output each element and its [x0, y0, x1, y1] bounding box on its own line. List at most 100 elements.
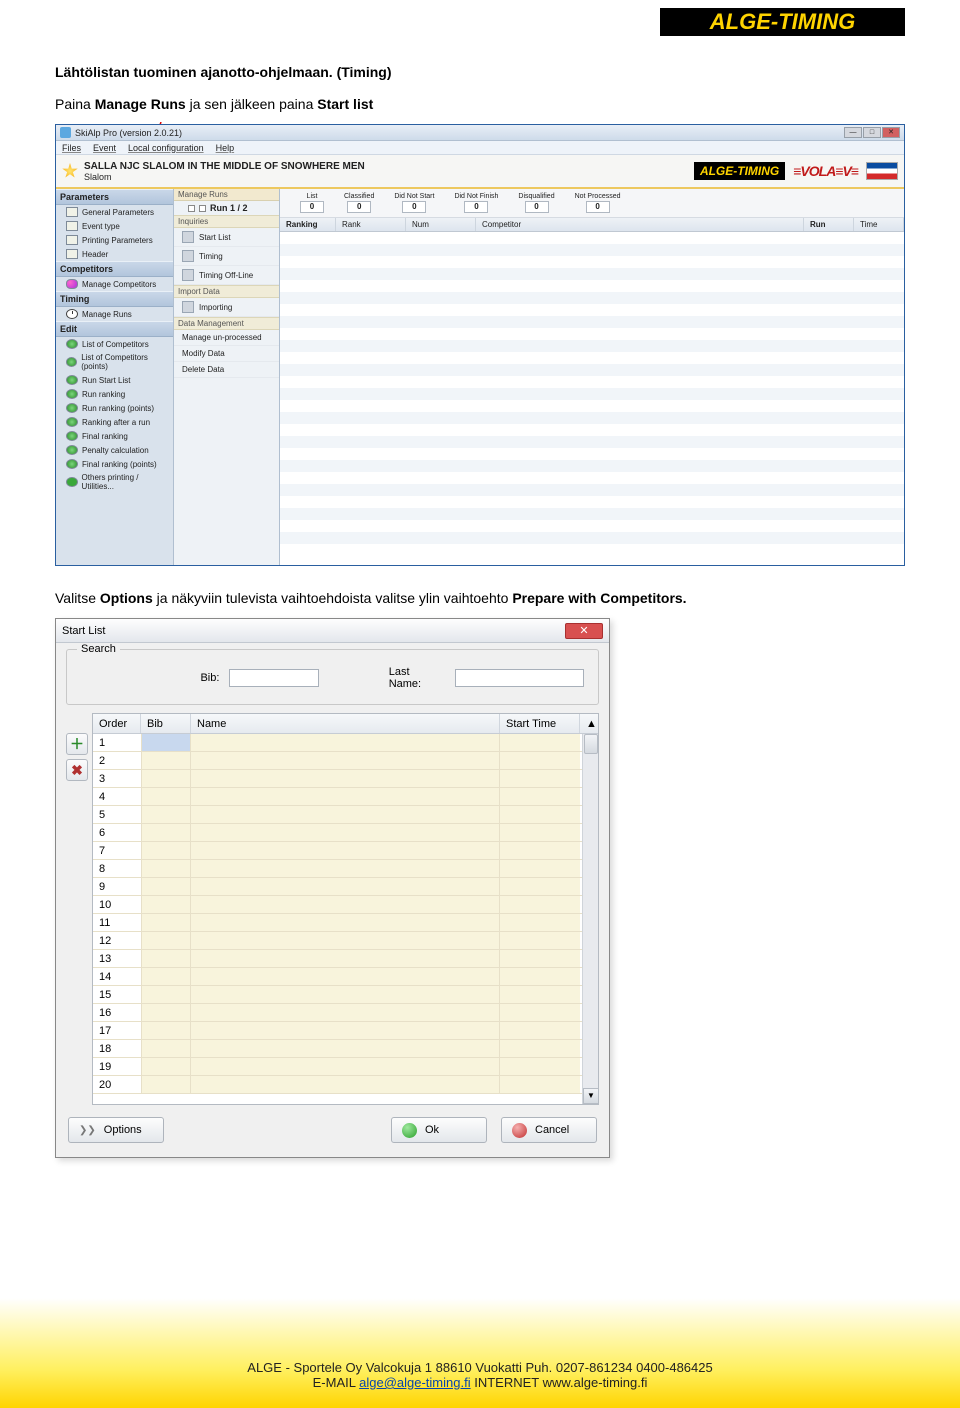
- cell-starttime[interactable]: [500, 842, 580, 859]
- table-row[interactable]: 3: [93, 770, 598, 788]
- col-time[interactable]: Time: [854, 218, 904, 231]
- cell-name[interactable]: [191, 968, 500, 985]
- cell-name[interactable]: [191, 824, 500, 841]
- cell-starttime[interactable]: [500, 806, 580, 823]
- sb-list-competitors-points[interactable]: List of Competitors (points): [56, 351, 173, 373]
- sb-header-item[interactable]: Header: [56, 247, 173, 261]
- table-row[interactable]: 5: [93, 806, 598, 824]
- scrollbar[interactable]: ▼: [582, 734, 598, 1104]
- table-row[interactable]: 7: [93, 842, 598, 860]
- btn-start-list[interactable]: Start List: [174, 228, 279, 247]
- sb-timing[interactable]: Timing: [56, 291, 173, 307]
- close-button[interactable]: ✕: [882, 127, 900, 138]
- cell-bib[interactable]: [141, 842, 191, 859]
- sb-general-parameters[interactable]: General Parameters: [56, 205, 173, 219]
- sb-final-ranking-points[interactable]: Final ranking (points): [56, 457, 173, 471]
- cell-starttime[interactable]: [500, 734, 580, 751]
- cell-bib[interactable]: [141, 1040, 191, 1057]
- cell-bib[interactable]: [141, 752, 191, 769]
- cell-name[interactable]: [191, 770, 500, 787]
- scrollbar-thumb[interactable]: [584, 734, 598, 754]
- sb-printing-parameters[interactable]: Printing Parameters: [56, 233, 173, 247]
- cell-bib[interactable]: [141, 932, 191, 949]
- cell-starttime[interactable]: [500, 860, 580, 877]
- cell-bib[interactable]: [141, 1058, 191, 1075]
- cell-bib[interactable]: [141, 914, 191, 931]
- cell-name[interactable]: [191, 860, 500, 877]
- sb-run-ranking[interactable]: Run ranking: [56, 387, 173, 401]
- run-selector[interactable]: Run 1 / 2: [174, 201, 279, 215]
- cell-bib[interactable]: [141, 824, 191, 841]
- table-row[interactable]: 4: [93, 788, 598, 806]
- cell-starttime[interactable]: [500, 1022, 580, 1039]
- col-competitor[interactable]: Competitor: [476, 218, 804, 231]
- cell-starttime[interactable]: [500, 770, 580, 787]
- table-row[interactable]: 19: [93, 1058, 598, 1076]
- col-ranking[interactable]: Ranking: [280, 218, 336, 231]
- cell-name[interactable]: [191, 896, 500, 913]
- cell-bib[interactable]: [141, 878, 191, 895]
- cell-starttime[interactable]: [500, 986, 580, 1003]
- cell-bib[interactable]: [141, 896, 191, 913]
- btn-manage-unprocessed[interactable]: Manage un-processed: [174, 330, 279, 346]
- col-run[interactable]: Run: [804, 218, 854, 231]
- sb-parameters[interactable]: Parameters: [56, 189, 173, 205]
- cell-starttime[interactable]: [500, 950, 580, 967]
- cell-bib[interactable]: [141, 986, 191, 1003]
- table-row[interactable]: 15: [93, 986, 598, 1004]
- cell-bib[interactable]: [141, 950, 191, 967]
- cell-bib[interactable]: [141, 770, 191, 787]
- col-rank[interactable]: Rank: [336, 218, 406, 231]
- table-row[interactable]: 2: [93, 752, 598, 770]
- minimize-button[interactable]: —: [844, 127, 862, 138]
- sb-run-ranking-points[interactable]: Run ranking (points): [56, 401, 173, 415]
- col-bib[interactable]: Bib: [141, 714, 191, 733]
- dialog-close-button[interactable]: ✕: [565, 623, 603, 639]
- cell-starttime[interactable]: [500, 1004, 580, 1021]
- sb-event-type[interactable]: Event type: [56, 219, 173, 233]
- table-row[interactable]: 6: [93, 824, 598, 842]
- table-row[interactable]: 14: [93, 968, 598, 986]
- cell-name[interactable]: [191, 788, 500, 805]
- cell-bib[interactable]: [141, 1076, 191, 1093]
- btn-modify-data[interactable]: Modify Data: [174, 346, 279, 362]
- cell-name[interactable]: [191, 932, 500, 949]
- cell-starttime[interactable]: [500, 914, 580, 931]
- col-name[interactable]: Name: [191, 714, 500, 733]
- cell-name[interactable]: [191, 950, 500, 967]
- table-row[interactable]: 16: [93, 1004, 598, 1022]
- menu-help[interactable]: Help: [216, 143, 235, 153]
- ok-button[interactable]: Ok: [391, 1117, 487, 1143]
- table-row[interactable]: 18: [93, 1040, 598, 1058]
- cell-name[interactable]: [191, 806, 500, 823]
- cell-name[interactable]: [191, 1004, 500, 1021]
- cell-name[interactable]: [191, 914, 500, 931]
- sb-manage-competitors[interactable]: Manage Competitors: [56, 277, 173, 291]
- cell-bib[interactable]: [141, 1004, 191, 1021]
- cell-starttime[interactable]: [500, 1076, 580, 1093]
- sb-final-ranking[interactable]: Final ranking: [56, 429, 173, 443]
- cell-starttime[interactable]: [500, 788, 580, 805]
- cell-name[interactable]: [191, 1022, 500, 1039]
- table-row[interactable]: 17: [93, 1022, 598, 1040]
- menu-event[interactable]: Event: [93, 143, 116, 153]
- cell-starttime[interactable]: [500, 1040, 580, 1057]
- menu-files[interactable]: Files: [62, 143, 81, 153]
- col-num[interactable]: Num: [406, 218, 476, 231]
- cell-name[interactable]: [191, 1058, 500, 1075]
- cell-name[interactable]: [191, 734, 500, 751]
- table-row[interactable]: 10: [93, 896, 598, 914]
- cell-starttime[interactable]: [500, 752, 580, 769]
- footer-email-link[interactable]: alge@alge-timing.fi: [359, 1375, 470, 1390]
- cell-starttime[interactable]: [500, 1058, 580, 1075]
- cell-bib[interactable]: [141, 860, 191, 877]
- table-row[interactable]: 9: [93, 878, 598, 896]
- cell-bib[interactable]: [141, 788, 191, 805]
- col-scroll-spacer[interactable]: ▲: [580, 714, 598, 733]
- cell-starttime[interactable]: [500, 932, 580, 949]
- cell-bib[interactable]: [141, 1022, 191, 1039]
- table-row[interactable]: 8: [93, 860, 598, 878]
- table-row[interactable]: 1: [93, 734, 598, 752]
- table-row[interactable]: 20: [93, 1076, 598, 1094]
- cancel-button[interactable]: Cancel: [501, 1117, 597, 1143]
